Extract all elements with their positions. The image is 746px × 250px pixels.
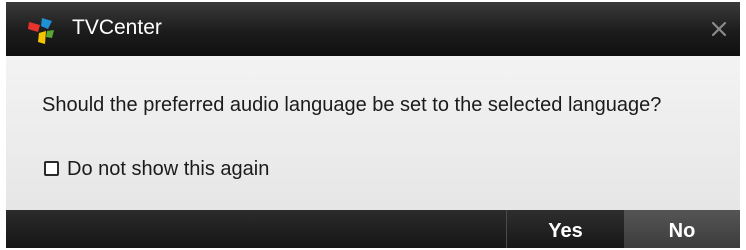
checkbox-label[interactable]: Do not show this again <box>67 157 269 181</box>
button-bar: Yes No <box>6 210 740 248</box>
yes-button[interactable]: Yes <box>506 210 624 248</box>
window-title: TVCenter <box>72 16 162 39</box>
dialog-window: TVCenter Should the preferred audio lang… <box>6 2 740 248</box>
checkbox-box[interactable] <box>44 161 59 176</box>
dialog-content: Should the preferred audio language be s… <box>6 56 740 210</box>
title-bar: TVCenter <box>6 2 740 56</box>
tvcenter-logo-icon <box>28 18 54 44</box>
no-button[interactable]: No <box>624 210 740 248</box>
dialog-message: Should the preferred audio language be s… <box>42 94 662 116</box>
close-icon[interactable] <box>706 16 732 42</box>
